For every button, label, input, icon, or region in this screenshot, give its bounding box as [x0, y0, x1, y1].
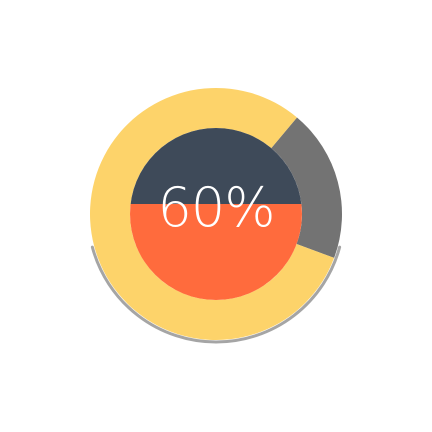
progress-widget: 60% [0, 0, 432, 432]
progress-ring-graphic [90, 88, 342, 344]
